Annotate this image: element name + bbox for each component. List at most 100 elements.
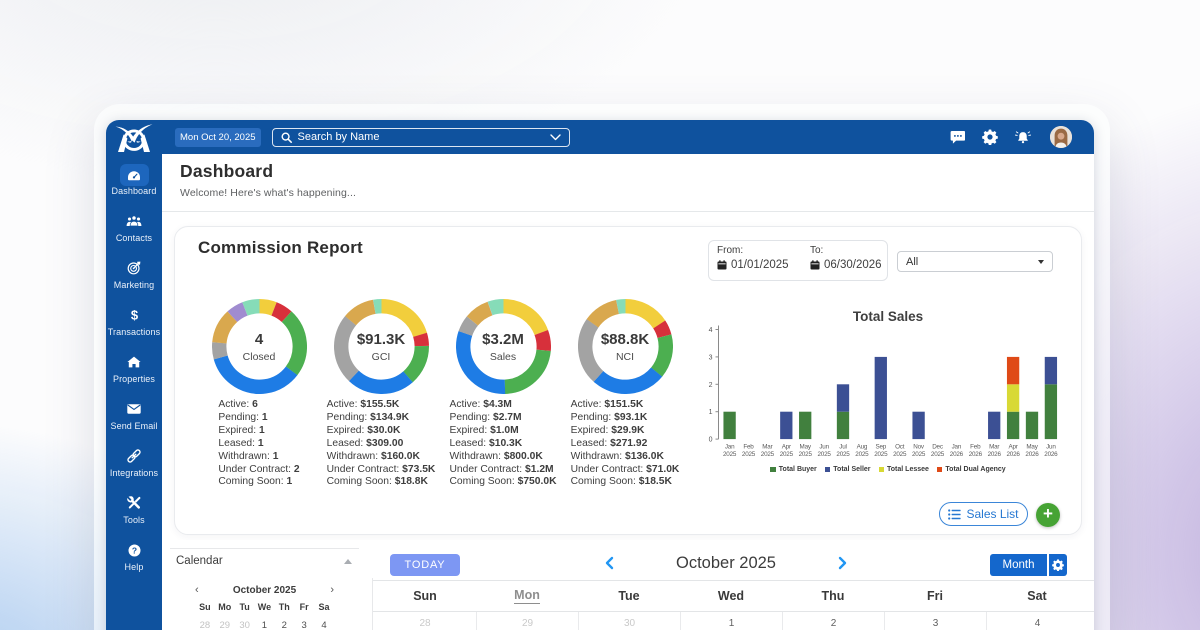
dashboard-gauge-icon xyxy=(106,162,162,186)
add-button[interactable]: + xyxy=(1036,503,1060,527)
total-sales-title: Total Sales xyxy=(728,309,1048,324)
search-placeholder: Search by Name xyxy=(298,131,550,143)
sidebar-item-label: Help xyxy=(106,562,162,572)
svg-text:May2026: May2026 xyxy=(1025,444,1039,459)
chat-icon[interactable] xyxy=(949,129,965,145)
mini-date-cell[interactable]: 4 xyxy=(314,620,334,630)
calendar-section: Calendar ‹ October 2025 › SuMoTuWeThFrSa… xyxy=(162,540,1094,630)
sidebar-item-transactions[interactable]: $Transactions xyxy=(106,303,162,337)
stat-row: Under Contract: 2 xyxy=(218,464,299,477)
svg-text:4: 4 xyxy=(709,327,713,334)
donut-label: Sales xyxy=(490,351,516,363)
bell-icon[interactable] xyxy=(1015,129,1031,145)
mini-date-cell[interactable]: 29 xyxy=(215,620,235,630)
page-header: Dashboard Welcome! Here's what's happeni… xyxy=(162,154,1094,212)
sidebar-item-help[interactable]: ? Help xyxy=(106,538,162,572)
mini-date-cell[interactable]: 2 xyxy=(274,620,294,630)
agent-filter-select[interactable]: All xyxy=(897,251,1053,272)
mini-day-header: Tu xyxy=(235,602,255,612)
sidebar-item-integrations[interactable]: Integrations xyxy=(106,444,162,478)
sidebar-item-properties[interactable]: Properties xyxy=(106,350,162,384)
user-avatar[interactable] xyxy=(1050,126,1072,148)
sidebar-item-marketing[interactable]: Marketing xyxy=(106,256,162,290)
legend-swatch xyxy=(937,467,943,473)
page-subtitle: Welcome! Here's what's happening... xyxy=(180,187,356,199)
main-content: Dashboard Welcome! Here's what's happeni… xyxy=(162,154,1094,630)
stat-row: Expired: $1.0M xyxy=(449,425,556,438)
marketing-bullseye-icon xyxy=(106,256,162,280)
svg-text:Jan2025: Jan2025 xyxy=(723,444,737,459)
svg-text:Nov2025: Nov2025 xyxy=(912,444,926,459)
donut-value: $91.3K xyxy=(357,331,405,348)
sales-list-button[interactable]: Sales List xyxy=(939,502,1028,526)
mini-date-cell[interactable]: 3 xyxy=(294,620,314,630)
calendar-panel-title: Calendar xyxy=(176,555,223,567)
app-window: Dashboard Contacts Marketing $Transactions P… xyxy=(94,104,1110,630)
stat-row: Under Contract: $73.5K xyxy=(327,464,436,477)
mini-prev-month-button[interactable]: ‹ xyxy=(195,584,209,596)
svg-text:Jan2026: Jan2026 xyxy=(950,444,964,459)
legend-label: Total Buyer xyxy=(779,466,817,473)
month-view-button[interactable]: Month xyxy=(990,554,1047,576)
to-label: To: xyxy=(810,245,882,256)
stat-row: Pending: 1 xyxy=(218,412,299,425)
sidebar-item-label: Tools xyxy=(106,515,162,525)
current-date-chip[interactable]: Mon Oct 20, 2025 xyxy=(175,128,261,147)
legend-label: Total Seller xyxy=(833,466,870,473)
weekday-header-mon: Mon xyxy=(476,581,578,611)
calendar-date-cell[interactable]: 1 xyxy=(680,612,782,630)
search-input[interactable]: Search by Name xyxy=(272,128,570,147)
legend-label: Total Lessee xyxy=(887,466,929,473)
calendar-date-cell[interactable]: 3 xyxy=(884,612,986,630)
svg-text:Dec2025: Dec2025 xyxy=(931,444,945,459)
sidebar-item-contacts[interactable]: Contacts xyxy=(106,209,162,243)
chart-legend: Total BuyerTotal SellerTotal LesseeTotal… xyxy=(698,466,1078,473)
search-chevron-icon[interactable] xyxy=(550,134,561,141)
content-area: Commission Report From: 01/01/2025 To: xyxy=(162,212,1094,630)
gear-icon[interactable] xyxy=(982,129,998,145)
stats-column-sales: Active: $4.3MPending: $2.7MExpired: $1.0… xyxy=(442,399,564,489)
sidebar-item-send-email[interactable]: Send Email xyxy=(106,397,162,431)
next-month-chevron[interactable] xyxy=(838,556,848,570)
search-icon xyxy=(281,132,292,143)
stat-row: Withdrawn: $800.0K xyxy=(449,451,556,464)
to-value: 06/30/2026 xyxy=(824,259,882,271)
help-question-icon: ? xyxy=(106,538,162,562)
collapse-triangle-icon[interactable] xyxy=(344,559,352,564)
mini-date-cell[interactable]: 28 xyxy=(195,620,215,630)
donut-label: NCI xyxy=(616,351,634,363)
svg-text:Mar2026: Mar2026 xyxy=(988,444,1002,459)
sidebar-item-tools[interactable]: Tools xyxy=(106,491,162,525)
agent-filter-value: All xyxy=(906,256,918,268)
sidebar-item-dashboard[interactable]: Dashboard xyxy=(106,162,162,196)
mini-date-cell[interactable]: 1 xyxy=(255,620,275,630)
stat-row: Expired: $29.9K xyxy=(571,425,680,438)
stat-row: Under Contract: $71.0K xyxy=(571,464,680,477)
mini-next-month-button[interactable]: › xyxy=(320,584,334,596)
email-envelope-icon xyxy=(106,397,162,421)
app-frame: Dashboard Contacts Marketing $Transactions P… xyxy=(106,120,1094,630)
legend-item: Total Buyer xyxy=(770,466,817,473)
calendar-date-cell[interactable]: 29 xyxy=(476,612,578,630)
calendar-date-cell[interactable]: 4 xyxy=(986,612,1088,630)
calendar-month-title: October 2025 xyxy=(606,554,846,573)
stat-row: Active: $155.5K xyxy=(327,399,436,412)
sidebar-item-label: Dashboard xyxy=(106,186,162,196)
calendar-date-cell[interactable]: 30 xyxy=(578,612,680,630)
sidebar-item-label: Integrations xyxy=(106,468,162,478)
mini-day-header: Sa xyxy=(314,602,334,612)
calendar-date-cell[interactable]: 2 xyxy=(782,612,884,630)
legend-swatch xyxy=(770,467,776,473)
transactions-dollar-icon: $ xyxy=(106,303,162,327)
calendar-date-cell[interactable]: 28 xyxy=(374,612,476,630)
sidebar-item-label: Send Email xyxy=(106,421,162,431)
donut-label: GCI xyxy=(372,351,391,363)
svg-text:?: ? xyxy=(131,545,136,555)
calendar-settings-button[interactable] xyxy=(1049,554,1067,576)
svg-text:Apr2025: Apr2025 xyxy=(780,444,794,459)
date-from-field[interactable]: From: 01/01/2025 xyxy=(717,245,789,271)
commission-report-card: Commission Report From: 01/01/2025 To: xyxy=(174,226,1082,535)
page-title: Dashboard xyxy=(180,161,273,182)
mini-date-cell[interactable]: 30 xyxy=(235,620,255,630)
date-to-field[interactable]: To: 06/30/2026 xyxy=(810,245,882,271)
